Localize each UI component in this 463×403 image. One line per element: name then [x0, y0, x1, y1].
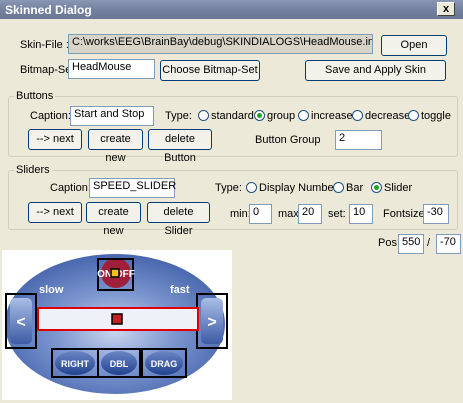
drag-btn-label: DRAG — [151, 359, 178, 369]
speed-slider[interactable] — [37, 307, 199, 331]
right-btn-label: RIGHT — [61, 359, 90, 369]
radio-decrease[interactable] — [352, 110, 363, 121]
fast-label: fast — [170, 284, 190, 296]
button-create-new-button[interactable]: create new — [88, 129, 143, 164]
pos-separator: / — [427, 237, 431, 249]
fontsize-input[interactable]: -30 — [423, 204, 449, 224]
radio-slider[interactable] — [371, 182, 382, 193]
slider-type-label: Type: — [215, 182, 242, 194]
radio-bar[interactable] — [333, 182, 344, 193]
button-caption-label: Caption: — [30, 110, 71, 122]
radio-increase-label: increase — [311, 110, 353, 122]
delete-button-button[interactable]: delete Button — [148, 129, 212, 164]
radio-decrease-label: decrease — [365, 110, 411, 122]
radio-display-number[interactable] — [246, 182, 257, 193]
slider-set-input[interactable]: 10 — [349, 204, 373, 224]
slider-caption-input[interactable]: SPEED_SLIDER — [89, 178, 176, 198]
slider-next-button[interactable]: --> next — [28, 202, 82, 223]
right-arrow-icon: > — [207, 314, 216, 331]
slider-min-label: min: — [230, 208, 251, 220]
slider-max-input[interactable]: 20 — [298, 204, 322, 224]
radio-bar-label: Bar — [346, 182, 364, 194]
slow-arrow-button[interactable]: < — [5, 293, 37, 349]
save-apply-skin-button[interactable]: Save and Apply Skin — [305, 60, 446, 81]
skin-preview-canvas: slow fast ON/OFF < > RIGHT — [5, 254, 228, 394]
delete-slider-button[interactable]: delete Slider — [147, 202, 210, 237]
slider-thumb[interactable] — [111, 313, 123, 325]
radio-group-label: group — [267, 110, 296, 122]
skin-file-label: Skin-File : — [20, 39, 69, 51]
close-button[interactable]: x — [437, 2, 455, 16]
radio-standard-label: standard — [211, 110, 254, 122]
pos-x-input[interactable]: 550 — [398, 234, 424, 254]
slow-label: slow — [39, 284, 64, 296]
buttons-group-legend: Buttons — [14, 90, 56, 102]
button-type-label: Type: — [165, 110, 192, 122]
radio-group[interactable] — [254, 110, 265, 121]
pos-label: Pos: — [378, 237, 401, 249]
slider-caption-label: Caption: — [50, 182, 91, 194]
choose-bitmap-set-button[interactable]: Choose Bitmap-Set — [160, 60, 260, 81]
radio-standard[interactable] — [198, 110, 209, 121]
button-group-label: Button Group — [255, 134, 321, 146]
radio-toggle-label: toggle — [421, 110, 451, 122]
bitmap-set-input[interactable]: HeadMouse — [68, 59, 155, 79]
dbl-btn-label: DBL — [110, 359, 129, 369]
radio-slider-label: Slider — [384, 182, 413, 194]
radio-display-number-label: Display Number — [259, 182, 338, 194]
open-button[interactable]: Open — [381, 35, 447, 56]
button-next-button[interactable]: --> next — [28, 129, 82, 150]
pos-y-input[interactable]: -70 — [436, 234, 461, 254]
button-caption-input[interactable]: Start and Stop — [70, 106, 154, 126]
title-bar: Skinned Dialog x — [0, 0, 463, 19]
left-arrow-icon: < — [16, 314, 25, 331]
slider-create-new-button[interactable]: create new — [86, 202, 141, 237]
slider-set-label: set: — [328, 208, 346, 220]
radio-increase[interactable] — [298, 110, 309, 121]
fontsize-label: Fontsize: — [383, 208, 428, 220]
skin-preview-panel: slow fast ON/OFF < > RIGHT — [2, 250, 232, 400]
sliders-group-legend: Sliders — [14, 164, 52, 176]
button-group-input[interactable]: 2 — [335, 130, 382, 150]
window-title: Skinned Dialog — [5, 3, 92, 17]
onoff-marker — [110, 268, 120, 278]
slider-min-input[interactable]: 0 — [249, 204, 272, 224]
radio-toggle[interactable] — [408, 110, 419, 121]
fast-arrow-button[interactable]: > — [196, 293, 228, 349]
skin-file-input[interactable]: C:\works\EEG\BrainBay\debug\SKINDIALOGS\… — [68, 34, 373, 54]
